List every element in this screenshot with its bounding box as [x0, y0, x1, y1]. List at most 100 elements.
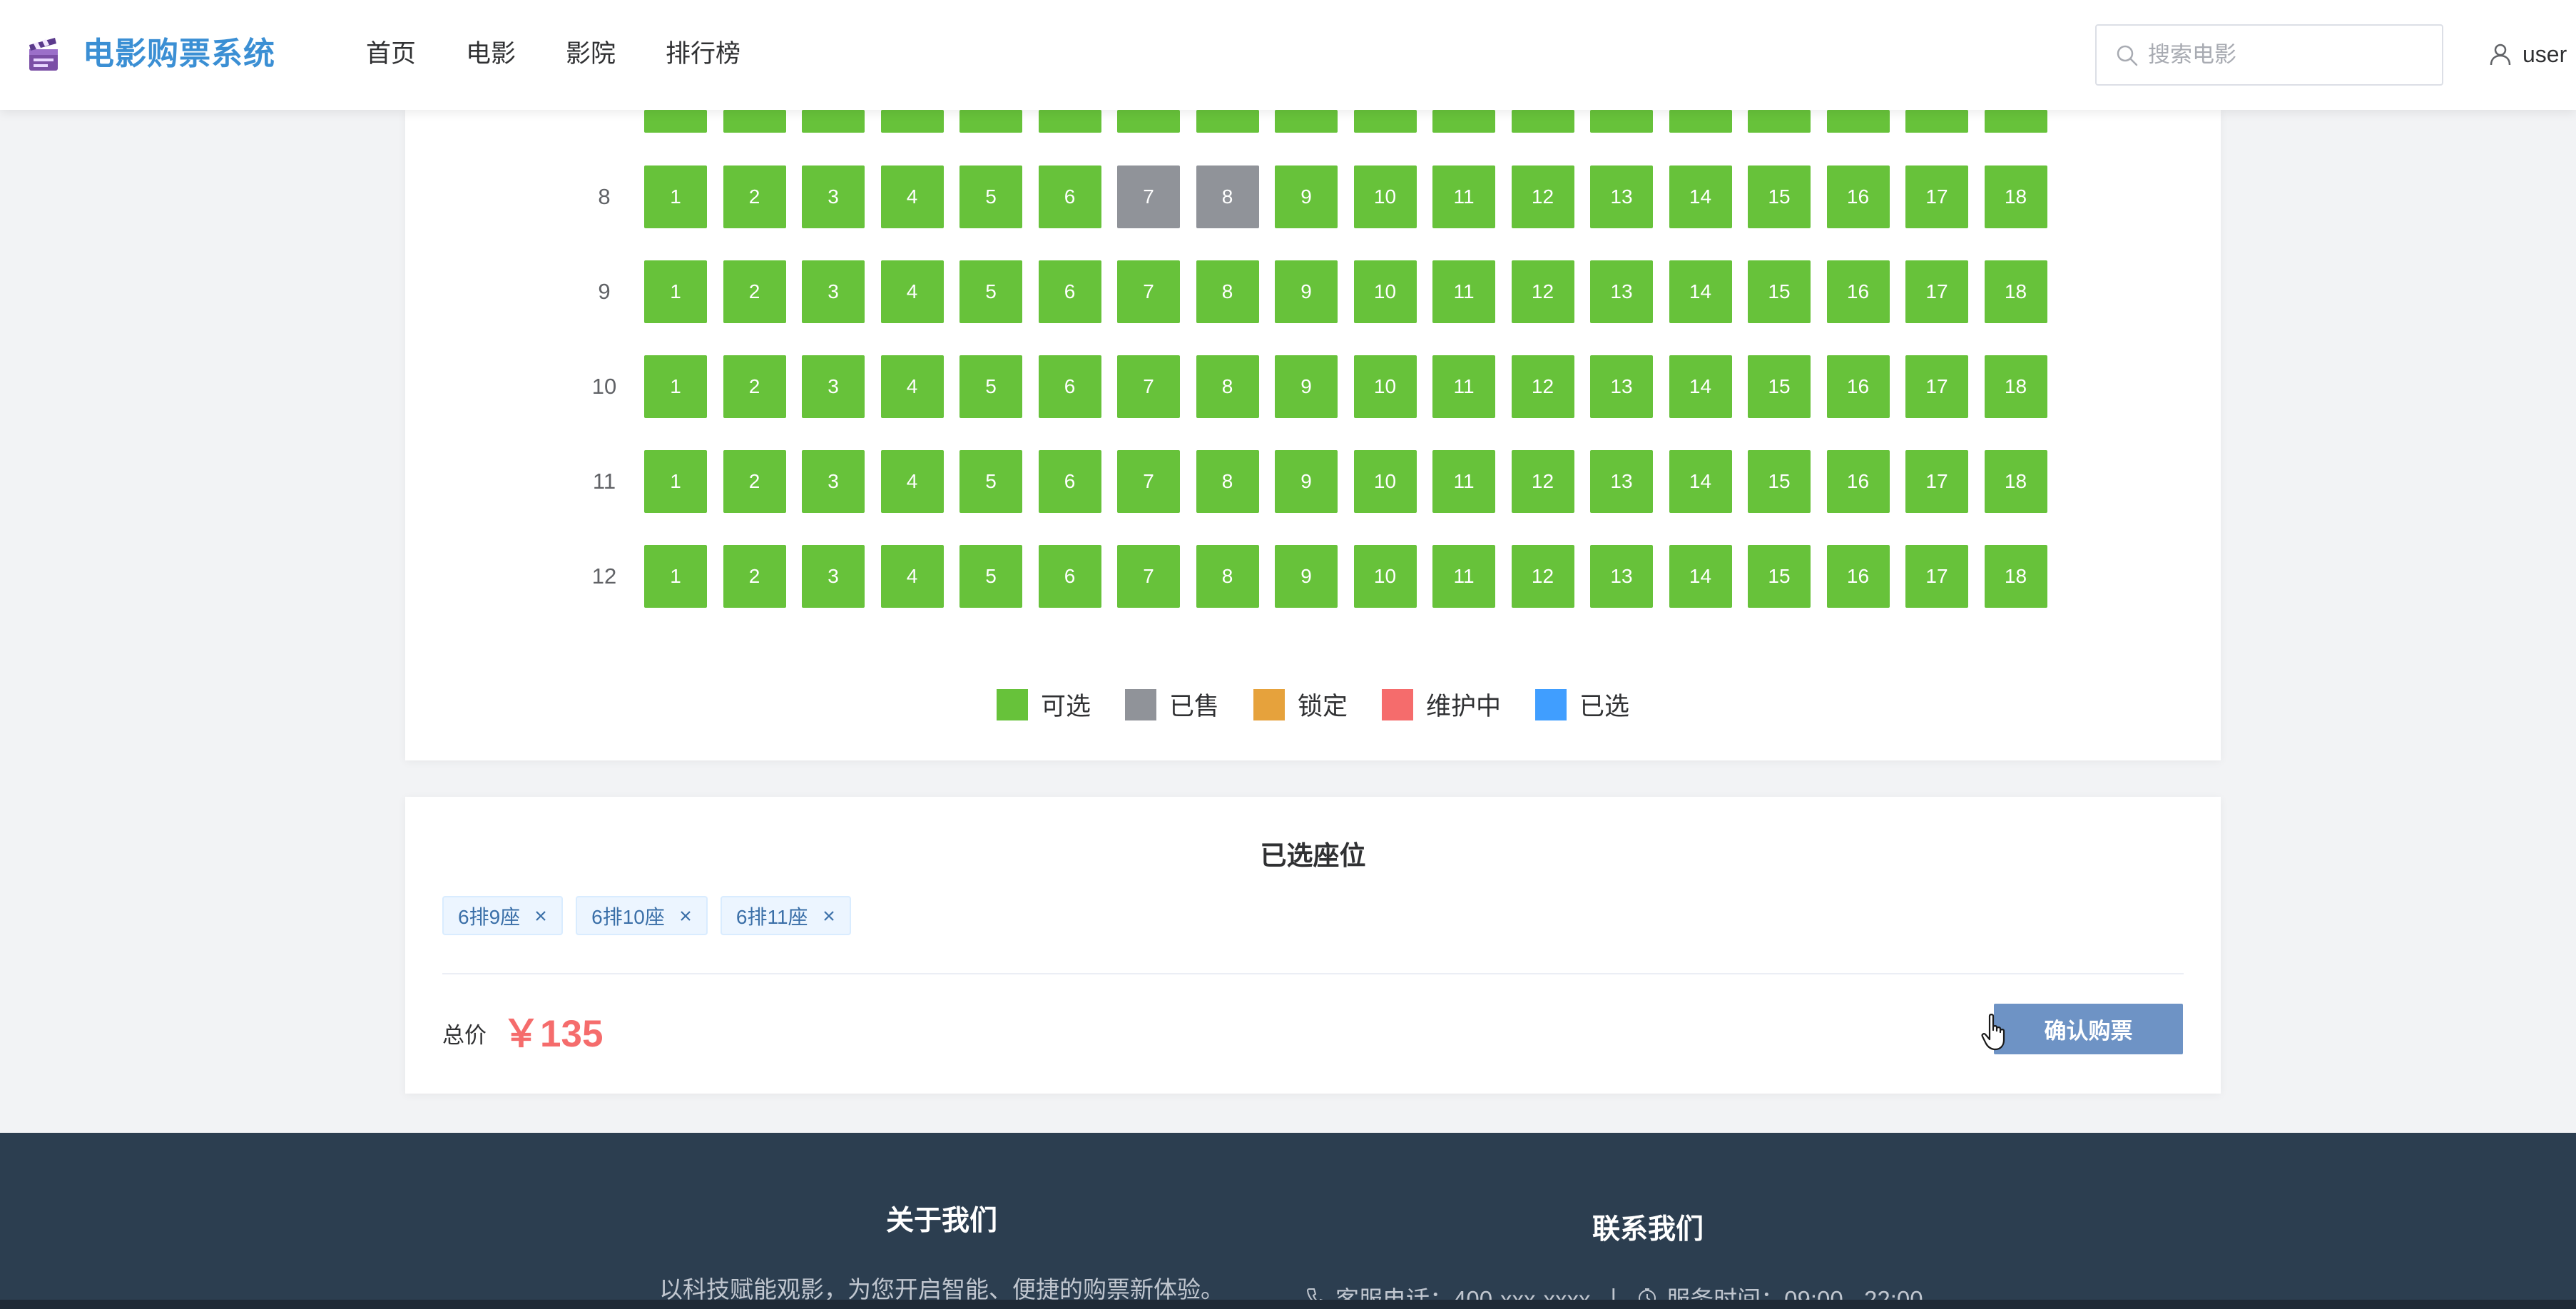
brand-title[interactable]: 电影购票系统 — [83, 33, 275, 76]
seat-available[interactable]: 17 — [1905, 260, 1968, 323]
seat-partial[interactable] — [1669, 110, 1732, 133]
seat-available[interactable]: 10 — [1353, 450, 1417, 513]
seat-available[interactable]: 5 — [959, 450, 1022, 513]
seat-available[interactable]: 3 — [802, 165, 865, 228]
seat-available[interactable]: 5 — [959, 355, 1022, 418]
seat-partial[interactable] — [959, 110, 1022, 133]
seat-available[interactable]: 5 — [959, 165, 1022, 228]
seat-partial[interactable] — [1196, 110, 1259, 133]
seat-available[interactable]: 10 — [1353, 260, 1417, 323]
seat-available[interactable]: 1 — [644, 260, 707, 323]
seat-partial[interactable] — [1275, 110, 1338, 133]
seat-available[interactable]: 14 — [1669, 165, 1732, 228]
seat-available[interactable]: 12 — [1511, 545, 1574, 608]
seat-available[interactable]: 18 — [1984, 545, 2047, 608]
nav-movies[interactable]: 电影 — [466, 33, 516, 76]
seat-available[interactable]: 16 — [1826, 165, 1890, 228]
seat-available[interactable]: 15 — [1748, 355, 1811, 418]
seat-available[interactable]: 13 — [1590, 545, 1653, 608]
seat-available[interactable]: 11 — [1432, 165, 1495, 228]
seat-available[interactable]: 16 — [1826, 450, 1890, 513]
seat-partial[interactable] — [1511, 110, 1574, 133]
seat-available[interactable]: 2 — [723, 260, 786, 323]
search-input[interactable] — [2148, 33, 2433, 77]
seat-available[interactable]: 3 — [802, 545, 865, 608]
seat-available[interactable]: 18 — [1984, 260, 2047, 323]
seat-available[interactable]: 9 — [1275, 545, 1338, 608]
seat-available[interactable]: 15 — [1748, 260, 1811, 323]
seat-available[interactable]: 2 — [723, 165, 786, 228]
seat-partial[interactable] — [1117, 110, 1180, 133]
seat-partial[interactable] — [1905, 110, 1968, 133]
seat-available[interactable]: 5 — [959, 260, 1022, 323]
seat-available[interactable]: 17 — [1905, 545, 1968, 608]
seat-available[interactable]: 10 — [1353, 545, 1417, 608]
seat-available[interactable]: 4 — [880, 260, 944, 323]
seat-available[interactable]: 17 — [1905, 450, 1968, 513]
seat-partial[interactable] — [802, 110, 865, 133]
seat-available[interactable]: 4 — [880, 355, 944, 418]
close-icon[interactable] — [533, 908, 549, 924]
seat-available[interactable]: 4 — [880, 165, 944, 228]
seat-available[interactable]: 6 — [1038, 545, 1101, 608]
seat-available[interactable]: 12 — [1511, 260, 1574, 323]
seat-available[interactable]: 14 — [1669, 545, 1732, 608]
seat-available[interactable]: 13 — [1590, 355, 1653, 418]
seat-available[interactable]: 15 — [1748, 165, 1811, 228]
seat-partial[interactable] — [1748, 110, 1811, 133]
seat-partial[interactable] — [1590, 110, 1653, 133]
seat-available[interactable]: 9 — [1275, 450, 1338, 513]
seat-available[interactable]: 11 — [1432, 545, 1495, 608]
seat-available[interactable]: 14 — [1669, 260, 1732, 323]
seat-available[interactable]: 4 — [880, 450, 944, 513]
seat-available[interactable]: 14 — [1669, 355, 1732, 418]
seat-available[interactable]: 16 — [1826, 260, 1890, 323]
seat-partial[interactable] — [1826, 110, 1890, 133]
seat-partial[interactable] — [723, 110, 786, 133]
seat-available[interactable]: 6 — [1038, 165, 1101, 228]
seat-partial[interactable] — [1038, 110, 1101, 133]
seat-partial[interactable] — [880, 110, 944, 133]
nav-cinemas[interactable]: 影院 — [566, 33, 616, 76]
seat-available[interactable]: 18 — [1984, 165, 2047, 228]
seat-available[interactable]: 3 — [802, 260, 865, 323]
seat-available[interactable]: 16 — [1826, 355, 1890, 418]
seat-available[interactable]: 2 — [723, 545, 786, 608]
seat-available[interactable]: 5 — [959, 545, 1022, 608]
seat-available[interactable]: 16 — [1826, 545, 1890, 608]
seat-available[interactable]: 18 — [1984, 355, 2047, 418]
seat-available[interactable]: 6 — [1038, 450, 1101, 513]
seat-available[interactable]: 13 — [1590, 165, 1653, 228]
seat-available[interactable]: 3 — [802, 450, 865, 513]
seat-available[interactable]: 2 — [723, 450, 786, 513]
seat-partial[interactable] — [644, 110, 707, 133]
seat-available[interactable]: 8 — [1196, 260, 1259, 323]
nav-rankings[interactable]: 排行榜 — [666, 33, 740, 76]
seat-available[interactable]: 6 — [1038, 355, 1101, 418]
seat-available[interactable]: 9 — [1275, 355, 1338, 418]
seat-available[interactable]: 1 — [644, 355, 707, 418]
seat-available[interactable]: 11 — [1432, 355, 1495, 418]
seat-available[interactable]: 8 — [1196, 545, 1259, 608]
seat-available[interactable]: 4 — [880, 545, 944, 608]
seat-partial[interactable] — [1432, 110, 1495, 133]
confirm-purchase-button[interactable]: 确认购票 — [1994, 1004, 2183, 1054]
seat-available[interactable]: 18 — [1984, 450, 2047, 513]
seat-available[interactable]: 1 — [644, 545, 707, 608]
seat-available[interactable]: 11 — [1432, 260, 1495, 323]
seat-available[interactable]: 9 — [1275, 260, 1338, 323]
seat-partial[interactable] — [1353, 110, 1417, 133]
seat-available[interactable]: 7 — [1117, 545, 1180, 608]
seat-available[interactable]: 17 — [1905, 165, 1968, 228]
seat-available[interactable]: 2 — [723, 355, 786, 418]
seat-available[interactable]: 12 — [1511, 355, 1574, 418]
seat-available[interactable]: 10 — [1353, 355, 1417, 418]
seat-available[interactable]: 13 — [1590, 260, 1653, 323]
seat-available[interactable]: 7 — [1117, 450, 1180, 513]
seat-available[interactable]: 12 — [1511, 450, 1574, 513]
user-menu[interactable]: user — [2488, 33, 2567, 76]
seat-available[interactable]: 14 — [1669, 450, 1732, 513]
close-icon[interactable] — [821, 908, 837, 924]
seat-available[interactable]: 1 — [644, 450, 707, 513]
seat-available[interactable]: 3 — [802, 355, 865, 418]
